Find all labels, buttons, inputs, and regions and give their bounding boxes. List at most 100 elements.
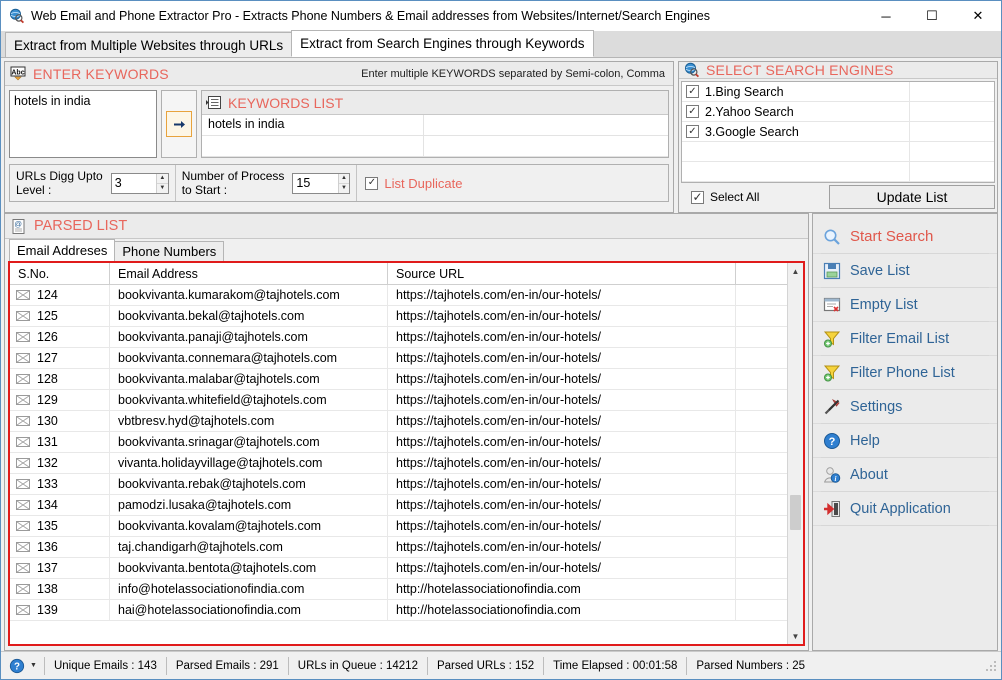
- cell-email: vbtbresv.hyd@tajhotels.com: [110, 411, 388, 431]
- column-header-source-url[interactable]: Source URL: [388, 263, 736, 284]
- tab-phone-numbers[interactable]: Phone Numbers: [114, 241, 225, 261]
- checkbox-icon[interactable]: ✓: [365, 176, 379, 190]
- start-search-button[interactable]: Start Search: [813, 220, 997, 254]
- close-button[interactable]: ✕: [955, 1, 1001, 31]
- spin-up-icon[interactable]: ▲: [156, 174, 168, 184]
- keywords-input[interactable]: [9, 90, 157, 158]
- spin-up-icon[interactable]: ▲: [338, 174, 350, 184]
- tab-email-addresses[interactable]: Email Addreses: [9, 239, 116, 261]
- checkbox-icon[interactable]: ✓: [686, 85, 699, 98]
- keywords-list-rows[interactable]: hotels in india: [202, 115, 668, 157]
- process-count-stepper[interactable]: ▲ ▼: [292, 172, 351, 194]
- enter-keywords-header: Abc ENTER KEYWORDS Enter multiple KEYWOR…: [5, 62, 673, 86]
- process-count-input[interactable]: [293, 173, 338, 193]
- status-help-button[interactable]: ?: [7, 656, 27, 676]
- digg-level-stepper[interactable]: ▲ ▼: [110, 172, 169, 194]
- cell-sno: 136: [10, 537, 110, 557]
- scrollbar-thumb[interactable]: [790, 495, 801, 531]
- table-row[interactable]: 124 bookvivanta.kumarakom@tajhotels.com ht…: [10, 285, 787, 306]
- save-list-button[interactable]: Save List: [813, 254, 997, 288]
- table-row[interactable]: 136 taj.chandigarh@tajhotels.com https://t…: [10, 537, 787, 558]
- table-row[interactable]: 130 vbtbresv.hyd@tajhotels.com https://taj…: [10, 411, 787, 432]
- filter-email-list-button[interactable]: Filter Email List: [813, 322, 997, 356]
- list-item-empty: [682, 162, 994, 182]
- list-item[interactable]: [202, 136, 668, 157]
- table-row[interactable]: 127 bookvivanta.connemara@tajhotels.com ht…: [10, 348, 787, 369]
- checkbox-icon[interactable]: ✓: [686, 125, 699, 138]
- start-search-label: Start Search: [850, 228, 934, 245]
- table-row[interactable]: 126 bookvivanta.panaji@tajhotels.com https…: [10, 327, 787, 348]
- spin-down-icon[interactable]: ▼: [339, 184, 350, 193]
- settings-button[interactable]: Settings: [813, 390, 997, 424]
- table-row[interactable]: 134 pamodzi.lusaka@tajhotels.com https://t…: [10, 495, 787, 516]
- exit-door-icon: [824, 500, 840, 517]
- envelope-icon: [16, 542, 30, 552]
- status-parsed-numbers: Parsed Numbers : 25: [686, 656, 814, 675]
- scroll-up-icon[interactable]: ▲: [788, 263, 803, 279]
- about-button[interactable]: i About: [813, 458, 997, 492]
- add-keyword-button[interactable]: [166, 111, 192, 137]
- quit-application-label: Quit Application: [850, 500, 951, 517]
- envelope-icon: [16, 584, 30, 594]
- maximize-button[interactable]: ☐: [909, 1, 955, 31]
- checkbox-icon[interactable]: ✓: [686, 105, 699, 118]
- table-row[interactable]: 128 bookvivanta.malabar@tajhotels.com http…: [10, 369, 787, 390]
- checkbox-icon[interactable]: ✓: [691, 190, 704, 204]
- list-duplicate-checkbox[interactable]: ✓ List Duplicate: [357, 176, 470, 191]
- empty-list-label: Empty List: [850, 296, 918, 313]
- status-unique-emails: Unique Emails : 143: [43, 656, 166, 675]
- cell-email: bookvivanta.connemara@tajhotels.com: [110, 348, 388, 368]
- table-row[interactable]: 137 bookvivanta.bentota@tajhotels.com http…: [10, 558, 787, 579]
- search-engine-empty-cell: [910, 122, 994, 141]
- digg-level-spin-arrows[interactable]: ▲ ▼: [155, 173, 168, 193]
- scroll-down-icon[interactable]: ▼: [788, 628, 803, 644]
- tab-extract-from-urls[interactable]: Extract from Multiple Websites through U…: [5, 32, 293, 57]
- list-item[interactable]: ✓ 1.Bing Search: [682, 82, 994, 102]
- chevron-down-icon[interactable]: ▼: [30, 662, 37, 669]
- spin-down-icon[interactable]: ▼: [157, 184, 168, 193]
- filter-phone-list-label: Filter Phone List: [850, 364, 955, 381]
- list-item[interactable]: ✓ 3.Google Search: [682, 122, 994, 142]
- grid-body[interactable]: 124 bookvivanta.kumarakom@tajhotels.com ht…: [10, 285, 787, 644]
- table-row[interactable]: 138 info@hotelassociationofindia.com http:…: [10, 579, 787, 600]
- resize-grip-icon[interactable]: [984, 659, 998, 673]
- search-engine-cell[interactable]: ✓ 2.Yahoo Search: [682, 102, 910, 121]
- list-item[interactable]: ✓ 2.Yahoo Search: [682, 102, 994, 122]
- results-grid-container: S.No. Email Address Source URL 124 bookvi…: [8, 261, 805, 646]
- tab-extract-from-search-engines[interactable]: Extract from Search Engines through Keyw…: [291, 30, 594, 57]
- scrollbar-track[interactable]: [788, 279, 803, 628]
- filter-phone-list-button[interactable]: Filter Phone List: [813, 356, 997, 390]
- help-button[interactable]: ? Help: [813, 424, 997, 458]
- select-all-checkbox[interactable]: ✓ Select All: [681, 190, 829, 204]
- search-engine-empty-cell: [910, 162, 994, 181]
- table-row[interactable]: 133 bookvivanta.rebak@tajhotels.com https:…: [10, 474, 787, 495]
- search-engine-cell[interactable]: ✓ 3.Google Search: [682, 122, 910, 141]
- process-spin-arrows[interactable]: ▲ ▼: [337, 173, 350, 193]
- table-row[interactable]: 139 hai@hotelassociationofindia.com http:/…: [10, 600, 787, 621]
- cell-sno: 138: [10, 579, 110, 599]
- cell-extra: [736, 327, 787, 347]
- table-row[interactable]: 125 bookvivanta.bekal@tajhotels.com https:…: [10, 306, 787, 327]
- envelope-icon: [16, 395, 30, 405]
- cell-sno-value: 139: [37, 603, 58, 617]
- update-list-button[interactable]: Update List: [829, 185, 995, 209]
- search-engine-cell: [682, 142, 910, 161]
- column-header-sno[interactable]: S.No.: [10, 263, 110, 284]
- search-engine-cell[interactable]: ✓ 1.Bing Search: [682, 82, 910, 101]
- grid-vertical-scrollbar[interactable]: ▲ ▼: [787, 263, 803, 644]
- list-item[interactable]: hotels in india: [202, 115, 668, 136]
- settings-label: Settings: [850, 398, 903, 415]
- column-header-email[interactable]: Email Address: [110, 263, 388, 284]
- digg-level-input[interactable]: [111, 173, 156, 193]
- table-row[interactable]: 129 bookvivanta.whitefield@tajhotels.com h…: [10, 390, 787, 411]
- table-row[interactable]: 132 vivanta.holidayvillage@tajhotels.com h…: [10, 453, 787, 474]
- cell-email: hai@hotelassociationofindia.com: [110, 600, 388, 620]
- minimize-button[interactable]: ─: [863, 1, 909, 31]
- envelope-icon: [16, 479, 30, 489]
- table-row[interactable]: 135 bookvivanta.kovalam@tajhotels.com http…: [10, 516, 787, 537]
- empty-list-button[interactable]: Empty List: [813, 288, 997, 322]
- quit-application-button[interactable]: Quit Application: [813, 492, 997, 526]
- cell-email: bookvivanta.malabar@tajhotels.com: [110, 369, 388, 389]
- column-header-extra[interactable]: [736, 263, 787, 284]
- table-row[interactable]: 131 bookvivanta.srinagar@tajhotels.com htt…: [10, 432, 787, 453]
